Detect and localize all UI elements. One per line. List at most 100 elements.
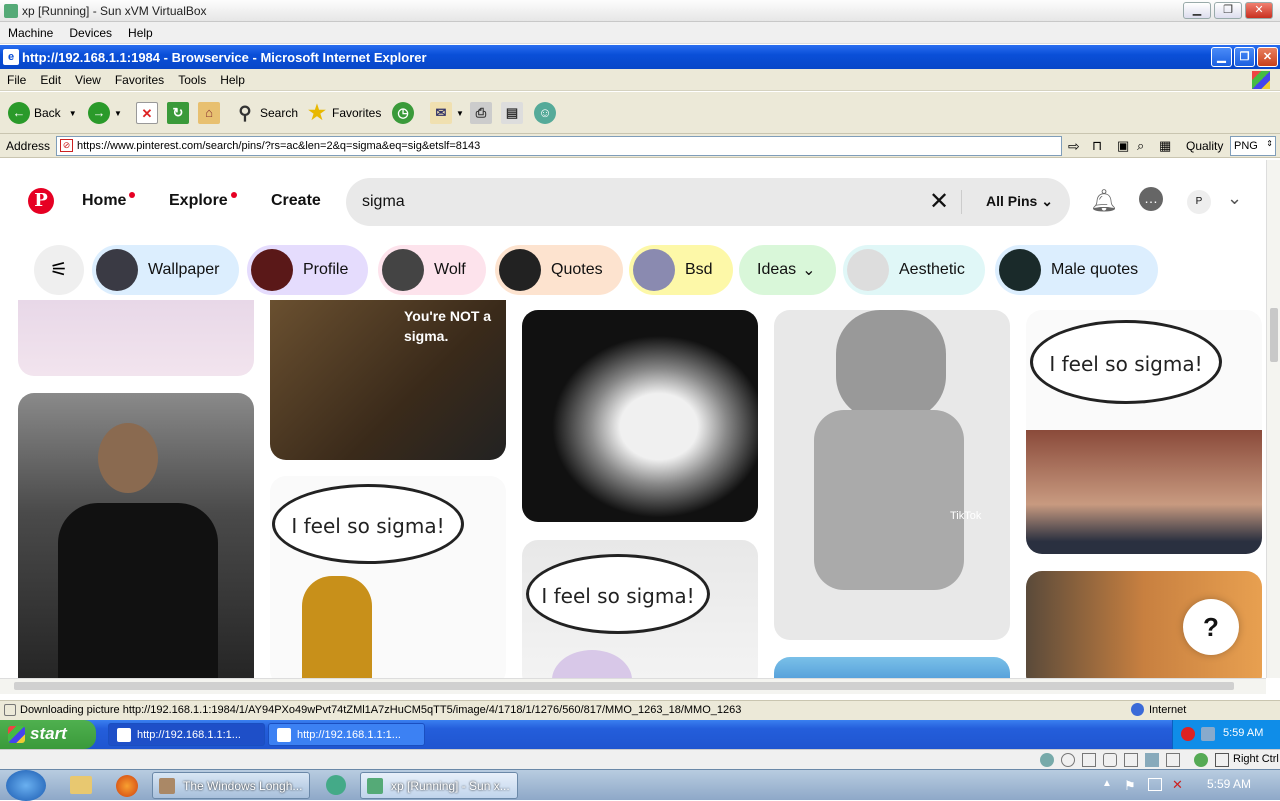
explorer-icon[interactable] [70, 776, 92, 794]
help-button[interactable]: ? [1183, 599, 1239, 655]
xp-clock: 5:59 AM [1223, 727, 1264, 739]
chip-thumbnail [96, 249, 138, 291]
audio-icon[interactable] [1103, 753, 1117, 767]
vbox-close-button[interactable]: ✕ [1245, 2, 1273, 19]
filters-icon[interactable]: ⚟ [34, 245, 84, 295]
vbox-menu-help[interactable]: Help [120, 22, 161, 40]
action-center-flag-icon[interactable]: ⚑ [1124, 778, 1136, 794]
messages-icon[interactable]: … [1139, 187, 1163, 211]
favorites-button[interactable]: ★ Favorites [306, 100, 381, 126]
chip-profile[interactable]: Profile [247, 245, 369, 295]
address-input[interactable]: ⊘ https://www.pinterest.com/search/pins/… [56, 136, 1062, 156]
pin-feel-so-sigma-2[interactable]: I feel so sigma! [522, 540, 758, 678]
pin-face-photo[interactable] [522, 310, 758, 522]
clear-search-icon[interactable]: ✕ [929, 187, 949, 216]
ie-minimize-button[interactable]: ▁ [1211, 47, 1232, 67]
host-key-label: Right Ctrl [1233, 753, 1279, 765]
filter-dropdown[interactable]: All Pins ⌄ [986, 193, 1053, 210]
host-start-orb[interactable] [6, 770, 46, 801]
clipboard-icon[interactable]: ▦ [1159, 138, 1171, 154]
back-button[interactable]: ← Back ▼ [8, 100, 77, 126]
mail-button[interactable]: ✉ ▼ [430, 100, 464, 126]
vbox-menu-devices[interactable]: Devices [61, 22, 120, 40]
cd-icon[interactable] [1061, 753, 1075, 767]
ie-menu-edit[interactable]: Edit [33, 69, 68, 87]
ie-menu-view[interactable]: View [68, 69, 108, 87]
globe-app-icon[interactable] [326, 775, 346, 795]
hscroll-thumb[interactable] [14, 682, 1234, 690]
windows-flag-icon [8, 726, 25, 743]
pin-feel-so-sigma-3[interactable]: I feel so sigma! [1026, 310, 1262, 554]
account-chevron-icon[interactable]: ⌄ [1227, 188, 1242, 209]
vbox-titlebar: xp [Running] - Sun xVM VirtualBox ▁ ❐ ✕ [0, 0, 1280, 22]
find-icon[interactable]: ⌕ [1137, 138, 1144, 154]
tray-expand-icon[interactable]: ▲ [1102, 778, 1112, 789]
forward-button[interactable]: → ▼ [88, 100, 122, 126]
go-arrow-icon[interactable]: ⇨ [1068, 138, 1080, 155]
pinterest-logo[interactable]: P [28, 188, 54, 214]
chip-bsd[interactable]: Bsd [629, 245, 733, 295]
chip-wolf[interactable]: Wolf [378, 245, 486, 295]
nav-explore[interactable]: Explore [169, 192, 237, 210]
save-icon[interactable]: ▣ [1117, 138, 1129, 154]
vbox-menu-machine[interactable]: Machine [0, 22, 61, 40]
search-input[interactable] [362, 190, 922, 214]
vertical-scrollbar[interactable] [1266, 160, 1280, 678]
print-button[interactable]: ⎙ [470, 100, 496, 126]
keyboard-capture-icon[interactable] [1215, 753, 1229, 767]
ie-close-button[interactable]: ✕ [1257, 47, 1278, 67]
refresh-button[interactable]: ↻ [167, 100, 193, 126]
chip-ideas[interactable]: Ideas ⌄ [739, 245, 836, 295]
security-shield-icon[interactable] [1181, 727, 1195, 741]
floppy-icon[interactable] [1082, 753, 1096, 767]
horizontal-scrollbar[interactable] [0, 678, 1266, 694]
start-button[interactable]: start [0, 720, 96, 749]
chip-male-quotes[interactable]: Male quotes [995, 245, 1159, 295]
host-task-virtualbox[interactable]: xp [Running] - Sun x... [360, 772, 518, 799]
vbox-restore-button[interactable]: ❐ [1214, 2, 1242, 19]
scroll-thumb[interactable] [1270, 308, 1278, 362]
pin-blue-image[interactable] [774, 657, 1010, 678]
history-button[interactable]: ◷ [392, 100, 418, 126]
host-task-windows-longhorn[interactable]: The Windows Longh... [152, 772, 310, 799]
search-button[interactable]: ⚲ Search [234, 100, 298, 126]
chip-aesthetic[interactable]: Aesthetic [843, 245, 985, 295]
ie-maximize-button[interactable]: ❐ [1234, 47, 1255, 67]
home-button[interactable]: ⌂ [198, 100, 224, 126]
capture-icon[interactable] [1194, 753, 1208, 767]
stop-button[interactable]: ✕ [136, 100, 162, 126]
network-tray-icon[interactable] [1148, 778, 1162, 791]
history-icon: ◷ [392, 102, 414, 124]
messenger-button[interactable]: ☺ [534, 100, 560, 126]
nav-home[interactable]: Home [82, 192, 136, 210]
ie-page-icon [277, 728, 291, 742]
pin-anime-character[interactable] [18, 300, 254, 376]
ie-menu-tools[interactable]: Tools [171, 69, 213, 87]
pin-man-in-suit[interactable] [18, 393, 254, 678]
xp-task-ie-1[interactable]: http://192.168.1.1:1... [108, 723, 265, 746]
network-icon[interactable] [1201, 727, 1215, 741]
ie-titlebar: e http://192.168.1.1:1984 - Browservice … [0, 45, 1280, 69]
hdd-icon[interactable] [1040, 753, 1054, 767]
chip-quotes[interactable]: Quotes [495, 245, 623, 295]
firefox-icon[interactable] [116, 775, 138, 797]
bookmark-icon[interactable]: ⊓ [1092, 138, 1102, 154]
bell-icon[interactable]: 🔔︎ [1090, 188, 1118, 214]
display-icon[interactable] [1166, 753, 1180, 767]
xp-task-ie-2[interactable]: http://192.168.1.1:1... [268, 723, 425, 746]
vbox-minimize-button[interactable]: ▁ [1183, 2, 1211, 19]
usb-icon[interactable] [1124, 753, 1138, 767]
pin-feel-so-sigma[interactable]: I feel so sigma! [270, 476, 506, 678]
shared-folder-icon[interactable] [1145, 753, 1159, 767]
quality-select[interactable]: PNG ⇕ [1230, 136, 1276, 156]
ie-menu-file[interactable]: File [0, 69, 33, 87]
chip-wallpaper[interactable]: Wallpaper [92, 245, 240, 295]
ie-menu-help[interactable]: Help [213, 69, 252, 87]
pin-tiger-quote[interactable]: You're NOT a sigma. [270, 300, 506, 460]
volume-muted-icon[interactable]: ✕ [1172, 777, 1183, 793]
edit-button[interactable]: ▤ [501, 100, 527, 126]
ie-menu-favorites[interactable]: Favorites [108, 69, 171, 87]
nav-create[interactable]: Create [271, 192, 321, 210]
pin-muscle-drawing[interactable]: TikTok [774, 310, 1010, 640]
avatar[interactable]: P [1187, 190, 1211, 214]
